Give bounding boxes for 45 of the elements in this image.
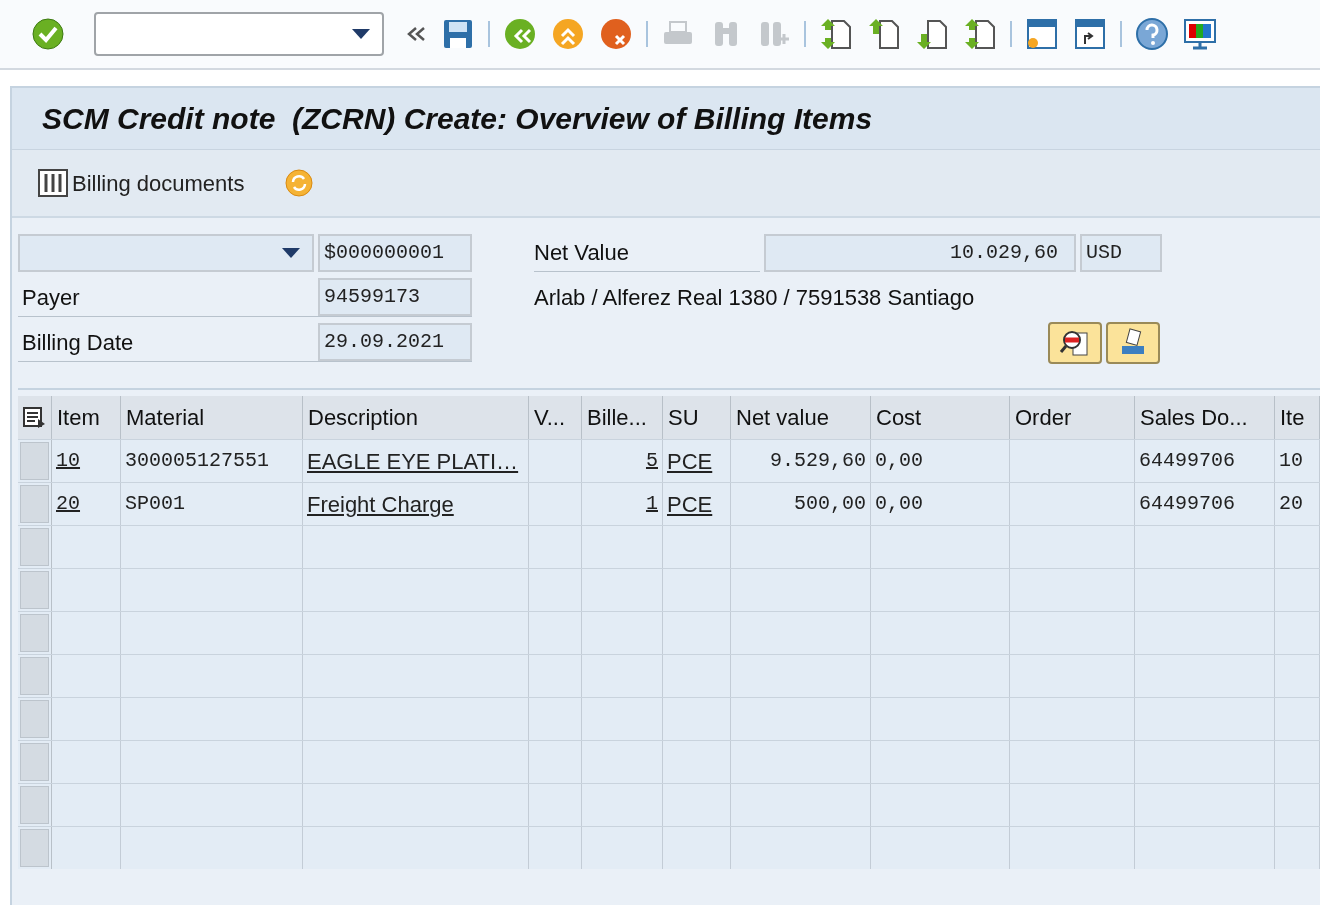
link[interactable]: PCE (667, 487, 713, 521)
link[interactable]: 10 (56, 446, 80, 476)
window-sun-icon[interactable] (1024, 16, 1060, 52)
link[interactable]: EAGLE EYE PLATI… (307, 444, 519, 478)
link[interactable]: 1 (646, 489, 658, 519)
payer-field[interactable]: 94599173 (318, 278, 472, 316)
link[interactable]: 5 (646, 446, 658, 476)
link[interactable]: PCE (667, 444, 713, 478)
net-value-field[interactable]: 10.029,60 (764, 234, 1076, 272)
link[interactable]: Freight Charge (307, 487, 454, 521)
table-cell-text: 300005127551 (125, 448, 270, 474)
dropdown-icon (352, 29, 370, 39)
table-cell-text: 64499706 (1139, 491, 1235, 517)
back-icon[interactable] (502, 16, 538, 52)
payer-address: Arlab / Alferez Real 1380 / 7591538 Santiago (534, 283, 976, 312)
billing-date-field[interactable]: 29.09.2021 (318, 323, 472, 361)
refresh-icon[interactable] (284, 168, 315, 198)
table-icon (38, 169, 68, 197)
table-cell-text: SP001 (125, 491, 185, 517)
dropdown-field[interactable] (18, 234, 314, 272)
cancel-icon[interactable] (598, 16, 634, 52)
exit-icon[interactable] (550, 16, 586, 52)
link[interactable]: 20 (56, 489, 80, 519)
window-title: SCM Credit note (ZCRN) Create: Overview of Billing Items (42, 101, 873, 137)
table-cell-text: 10 (1279, 448, 1303, 474)
document-number-field[interactable]: $000000001 (318, 234, 472, 272)
field-label: Billing Date (21, 328, 135, 357)
table-cell-text: 0,00 (875, 491, 923, 517)
billing-documents-button[interactable]: Billing documents (38, 166, 245, 200)
table-cell-text: 0,00 (875, 448, 923, 474)
checkmark-icon[interactable] (30, 16, 66, 52)
field-label: Net Value (534, 234, 760, 272)
column-settings-icon[interactable] (22, 406, 47, 429)
details-button[interactable] (1048, 322, 1102, 364)
help-icon[interactable] (1134, 16, 1170, 52)
print-preview-button[interactable] (1106, 322, 1160, 364)
field-label: Payer (21, 283, 81, 312)
table-cell-text: 9.529,60 (770, 448, 866, 474)
table-cell-text: 20 (1279, 491, 1303, 517)
table-cell-text: 500,00 (794, 491, 866, 517)
command-field[interactable] (94, 12, 384, 56)
currency-field[interactable]: USD (1080, 234, 1162, 272)
table-cell-text: 64499706 (1139, 448, 1235, 474)
monitor-icon[interactable] (1182, 16, 1218, 52)
dropdown-icon (282, 248, 300, 258)
